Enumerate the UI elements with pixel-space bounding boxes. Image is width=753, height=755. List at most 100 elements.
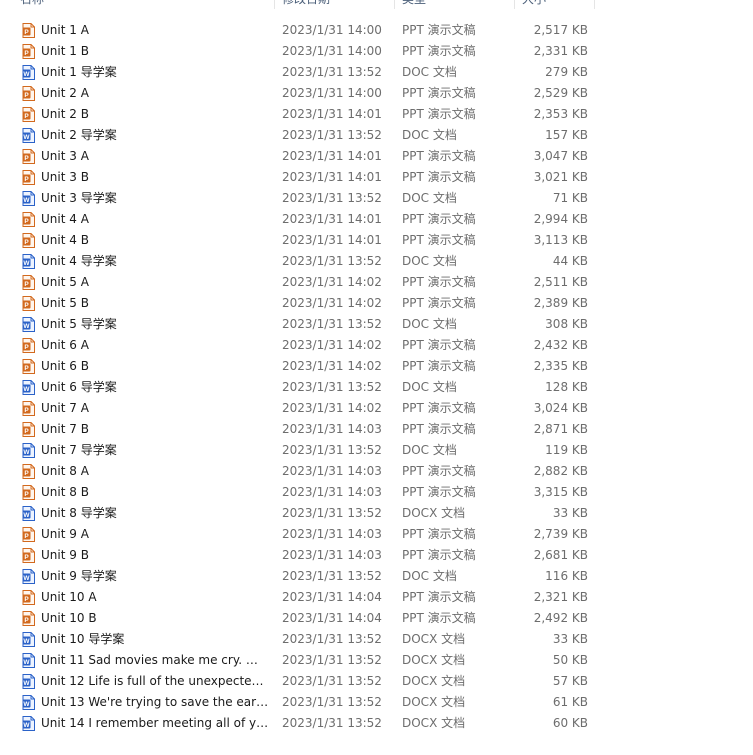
file-name-cell[interactable]: P Unit 5 B — [22, 293, 272, 314]
file-name-cell[interactable]: P Unit 8 B — [22, 482, 272, 503]
file-row[interactable]: P Unit 4 B 2023/1/31 14:01 PPT 演示文稿 3,113 KB — [0, 230, 753, 251]
file-row[interactable]: W Unit 14 I remember meeting all of yo...… — [0, 713, 753, 734]
file-modified-date: 2023/1/31 14:04 — [282, 611, 382, 625]
file-name-cell[interactable]: W Unit 11 Sad movies make me cry. 导... — [22, 650, 272, 671]
file-name-cell[interactable]: P Unit 7 B — [22, 419, 272, 440]
file-row[interactable]: W Unit 9 导学案 2023/1/31 13:52 DOC 文档 116 KB — [0, 566, 753, 587]
file-row[interactable]: P Unit 7 A 2023/1/31 14:02 PPT 演示文稿 3,024 KB — [0, 398, 753, 419]
file-modified-date: 2023/1/31 13:52 — [282, 380, 382, 394]
file-name-cell[interactable]: P Unit 6 B — [22, 356, 272, 377]
file-name-cell[interactable]: W Unit 13 We're trying to save the eart..… — [22, 692, 272, 713]
file-type: DOC 文档 — [402, 380, 457, 394]
file-row[interactable]: P Unit 7 B 2023/1/31 14:03 PPT 演示文稿 2,871 KB — [0, 419, 753, 440]
column-header-type[interactable]: 类型 — [396, 0, 514, 9]
file-row[interactable]: W Unit 7 导学案 2023/1/31 13:52 DOC 文档 119 KB — [0, 440, 753, 461]
file-row[interactable]: P Unit 9 B 2023/1/31 14:03 PPT 演示文稿 2,681 KB — [0, 545, 753, 566]
file-row[interactable]: P Unit 3 A 2023/1/31 14:01 PPT 演示文稿 3,047 KB — [0, 146, 753, 167]
file-name-cell[interactable]: P Unit 2 A — [22, 83, 272, 104]
file-name-cell[interactable]: P Unit 3 A — [22, 146, 272, 167]
column-header-size[interactable]: 大小 — [516, 0, 594, 9]
column-divider[interactable] — [274, 0, 275, 9]
file-name-cell[interactable]: W Unit 8 导学案 — [22, 503, 272, 524]
file-row[interactable]: P Unit 6 B 2023/1/31 14:02 PPT 演示文稿 2,335 KB — [0, 356, 753, 377]
file-name-cell[interactable]: P Unit 4 B — [22, 230, 272, 251]
file-row[interactable]: P Unit 8 B 2023/1/31 14:03 PPT 演示文稿 3,315 KB — [0, 482, 753, 503]
file-row[interactable]: P Unit 4 A 2023/1/31 14:01 PPT 演示文稿 2,994 KB — [0, 209, 753, 230]
column-header-name[interactable]: 名称 — [14, 0, 274, 9]
file-row[interactable]: W Unit 11 Sad movies make me cry. 导... 202… — [0, 650, 753, 671]
file-name-cell[interactable]: W Unit 9 导学案 — [22, 566, 272, 587]
file-type: DOC 文档 — [402, 254, 457, 268]
column-header-date[interactable]: 修改日期 — [276, 0, 394, 9]
file-name-cell[interactable]: P Unit 9 A — [22, 524, 272, 545]
file-type: PPT 演示文稿 — [402, 275, 476, 289]
file-row[interactable]: W Unit 12 Life is full of the unexpected.… — [0, 671, 753, 692]
file-name: Unit 3 A — [41, 149, 89, 163]
word-file-icon: W — [22, 128, 35, 143]
file-name-cell[interactable]: W Unit 7 导学案 — [22, 440, 272, 461]
file-name-cell[interactable]: P Unit 10 A — [22, 587, 272, 608]
file-size: 2,321 KB — [533, 590, 588, 604]
svg-text:P: P — [24, 176, 29, 183]
svg-text:P: P — [24, 218, 29, 225]
file-row[interactable]: W Unit 13 We're trying to save the eart..… — [0, 692, 753, 713]
file-size: 279 KB — [545, 65, 588, 79]
file-type: PPT 演示文稿 — [402, 107, 476, 121]
file-row[interactable]: P Unit 3 B 2023/1/31 14:01 PPT 演示文稿 3,021 KB — [0, 167, 753, 188]
file-name-cell[interactable]: P Unit 1 A — [22, 20, 272, 41]
file-name-cell[interactable]: P Unit 2 B — [22, 104, 272, 125]
file-row[interactable]: P Unit 10 B 2023/1/31 14:04 PPT 演示文稿 2,492 K… — [0, 608, 753, 629]
file-name-cell[interactable]: P Unit 4 A — [22, 209, 272, 230]
file-row[interactable]: P Unit 5 B 2023/1/31 14:02 PPT 演示文稿 2,389 KB — [0, 293, 753, 314]
file-name-cell[interactable]: P Unit 8 A — [22, 461, 272, 482]
file-name-cell[interactable]: W Unit 10 导学案 — [22, 629, 272, 650]
file-name-cell[interactable]: W Unit 14 I remember meeting all of yo... — [22, 713, 272, 734]
column-divider[interactable] — [594, 0, 595, 9]
file-name-cell[interactable]: W Unit 3 导学案 — [22, 188, 272, 209]
file-name-cell[interactable]: W Unit 6 导学案 — [22, 377, 272, 398]
file-row[interactable]: W Unit 1 导学案 2023/1/31 13:52 DOC 文档 279 KB — [0, 62, 753, 83]
file-row[interactable]: W Unit 8 导学案 2023/1/31 13:52 DOCX 文档 33 KB — [0, 503, 753, 524]
file-modified-date: 2023/1/31 14:01 — [282, 212, 382, 226]
file-row[interactable]: P Unit 6 A 2023/1/31 14:02 PPT 演示文稿 2,432 KB — [0, 335, 753, 356]
file-name-cell[interactable]: W Unit 5 导学案 — [22, 314, 272, 335]
file-row[interactable]: P Unit 10 A 2023/1/31 14:04 PPT 演示文稿 2,321 K… — [0, 587, 753, 608]
file-name-cell[interactable]: P Unit 10 B — [22, 608, 272, 629]
ppt-file-icon: P — [22, 107, 35, 122]
file-type: PPT 演示文稿 — [402, 23, 476, 37]
file-row[interactable]: W Unit 10 导学案 2023/1/31 13:52 DOCX 文档 33 KB — [0, 629, 753, 650]
file-name-cell[interactable]: P Unit 9 B — [22, 545, 272, 566]
file-name: Unit 5 导学案 — [41, 317, 117, 331]
file-size: 2,432 KB — [533, 338, 588, 352]
file-row[interactable]: P Unit 8 A 2023/1/31 14:03 PPT 演示文稿 2,882 KB — [0, 461, 753, 482]
file-row[interactable]: W Unit 5 导学案 2023/1/31 13:52 DOC 文档 308 KB — [0, 314, 753, 335]
file-name-cell[interactable]: P Unit 3 B — [22, 167, 272, 188]
file-row[interactable]: P Unit 9 A 2023/1/31 14:03 PPT 演示文稿 2,739 KB — [0, 524, 753, 545]
file-row[interactable]: W Unit 3 导学案 2023/1/31 13:52 DOC 文档 71 KB — [0, 188, 753, 209]
file-type: PPT 演示文稿 — [402, 338, 476, 352]
file-row[interactable]: W Unit 4 导学案 2023/1/31 13:52 DOC 文档 44 KB — [0, 251, 753, 272]
column-divider[interactable] — [514, 0, 515, 9]
file-name-cell[interactable]: W Unit 12 Life is full of the unexpected.… — [22, 671, 272, 692]
file-row[interactable]: P Unit 5 A 2023/1/31 14:02 PPT 演示文稿 2,511 KB — [0, 272, 753, 293]
file-name-cell[interactable]: W Unit 2 导学案 — [22, 125, 272, 146]
file-row[interactable]: P Unit 2 A 2023/1/31 14:00 PPT 演示文稿 2,529 KB — [0, 83, 753, 104]
svg-text:W: W — [23, 659, 30, 666]
file-row[interactable]: W Unit 2 导学案 2023/1/31 13:52 DOC 文档 157 KB — [0, 125, 753, 146]
file-name-cell[interactable]: P Unit 6 A — [22, 335, 272, 356]
file-name-cell[interactable]: P Unit 5 A — [22, 272, 272, 293]
column-divider[interactable] — [394, 0, 395, 9]
file-row[interactable]: W Unit 6 导学案 2023/1/31 13:52 DOC 文档 128 KB — [0, 377, 753, 398]
file-row[interactable]: P Unit 2 B 2023/1/31 14:01 PPT 演示文稿 2,353 KB — [0, 104, 753, 125]
file-name-cell[interactable]: W Unit 4 导学案 — [22, 251, 272, 272]
file-size: 61 KB — [552, 695, 588, 709]
file-name-cell[interactable]: P Unit 7 A — [22, 398, 272, 419]
file-modified-date: 2023/1/31 14:01 — [282, 107, 382, 121]
file-name-cell[interactable]: P Unit 1 B — [22, 41, 272, 62]
file-size: 2,994 KB — [533, 212, 588, 226]
file-name-cell[interactable]: W Unit 1 导学案 — [22, 62, 272, 83]
svg-text:P: P — [24, 113, 29, 120]
file-row[interactable]: P Unit 1 B 2023/1/31 14:00 PPT 演示文稿 2,331 KB — [0, 41, 753, 62]
file-row[interactable]: P Unit 1 A 2023/1/31 14:00 PPT 演示文稿 2,517 KB — [0, 20, 753, 41]
file-modified-date: 2023/1/31 14:02 — [282, 275, 382, 289]
